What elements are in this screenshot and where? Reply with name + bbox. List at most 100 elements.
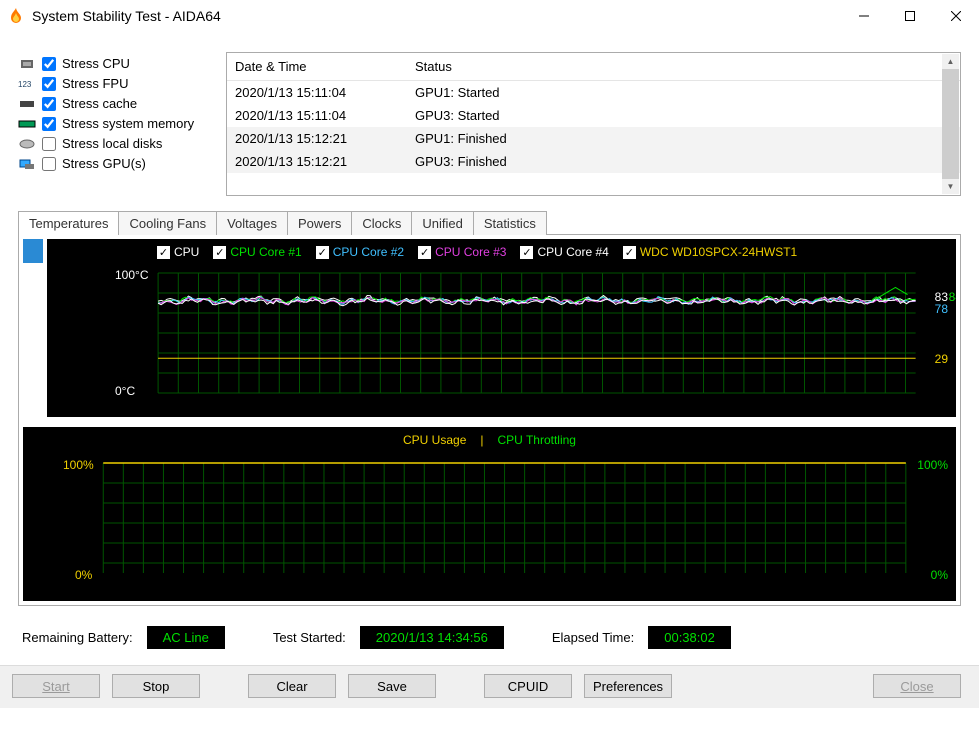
tab-unified[interactable]: Unified: [411, 211, 473, 235]
stress-checkbox[interactable]: [42, 117, 56, 131]
log-cell-datetime: 2020/1/13 15:12:21: [227, 127, 407, 150]
legend-item[interactable]: ✓ CPU Core #4: [520, 245, 608, 259]
legend-checkbox-icon[interactable]: ✓: [157, 246, 170, 259]
legend-item[interactable]: ✓ WDC WD10SPCX-24HWST1: [623, 245, 797, 259]
legend-item[interactable]: ✓ CPU Core #1: [213, 245, 301, 259]
event-log-scrollbar[interactable]: ▲ ▼: [942, 54, 959, 194]
hw-icon: [18, 138, 36, 150]
window-title: System Stability Test - AIDA64: [32, 8, 221, 24]
battery-value: AC Line: [147, 626, 225, 649]
temp-value-hdd: 29: [935, 352, 948, 366]
bottom-bar: Start Stop Clear Save CPUID Preferences …: [0, 665, 979, 708]
log-cell-datetime: 2020/1/13 15:11:04: [227, 104, 407, 127]
window-maximize-button[interactable]: [887, 0, 933, 32]
temp-ymin-label: 0°C: [115, 384, 135, 398]
legend-item[interactable]: ✓ CPU Core #2: [316, 245, 404, 259]
temperature-chart: ✓ CPU ✓ CPU Core #1 ✓ CPU Core #2 ✓ CPU Core #3…: [47, 239, 956, 417]
usage-ymax-right: 100%: [917, 458, 948, 472]
stress-label: Stress CPU: [62, 56, 130, 71]
stress-checkbox[interactable]: [42, 57, 56, 71]
hw-icon: [18, 98, 36, 110]
stress-option-4[interactable]: Stress local disks: [18, 136, 218, 151]
tab-clocks[interactable]: Clocks: [351, 211, 412, 235]
tab-voltages[interactable]: Voltages: [216, 211, 288, 235]
event-log-table: Date & Time Status 2020/1/13 15:11:04GPU…: [227, 53, 960, 195]
legend-checkbox-icon[interactable]: ✓: [520, 246, 533, 259]
stress-option-0[interactable]: Stress CPU: [18, 56, 218, 71]
log-row[interactable]: 2020/1/13 15:11:04GPU1: Started: [227, 81, 960, 105]
app-icon: [8, 8, 24, 24]
legend-label: WDC WD10SPCX-24HWST1: [640, 245, 797, 259]
legend-label: CPU Core #3: [435, 245, 506, 259]
log-cell-datetime: 2020/1/13 15:11:04: [227, 81, 407, 105]
stress-label: Stress local disks: [62, 136, 162, 151]
stop-button[interactable]: Stop: [112, 674, 200, 698]
log-col-datetime[interactable]: Date & Time: [227, 53, 407, 81]
elapsed-label: Elapsed Time:: [552, 630, 634, 645]
svg-text:123: 123: [18, 80, 32, 89]
stress-checkbox[interactable]: [42, 157, 56, 171]
scroll-thumb[interactable]: [942, 69, 959, 179]
cpuid-button[interactable]: CPUID: [484, 674, 572, 698]
legend-item[interactable]: ✓ CPU Core #3: [418, 245, 506, 259]
legend-label: CPU: [174, 245, 199, 259]
close-button[interactable]: Close: [873, 674, 961, 698]
stress-options-panel: Stress CPU 123 Stress FPU Stress cache Stres…: [18, 52, 218, 196]
legend-label: CPU Core #4: [537, 245, 608, 259]
clear-button[interactable]: Clear: [248, 674, 336, 698]
chart-scroll-mini[interactable]: [23, 239, 43, 417]
usage-ymin-right: 0%: [931, 568, 948, 582]
tab-temperatures[interactable]: Temperatures: [18, 211, 119, 235]
usage-legend: CPU Usage | CPU Throttling: [23, 427, 956, 453]
scroll-down-icon[interactable]: ▼: [942, 179, 959, 194]
elapsed-value: 00:38:02: [648, 626, 731, 649]
legend-checkbox-icon[interactable]: ✓: [213, 246, 226, 259]
event-log-panel: Date & Time Status 2020/1/13 15:11:04GPU…: [226, 52, 961, 196]
log-row[interactable]: 2020/1/13 15:12:21GPU3: Finished: [227, 150, 960, 173]
started-label: Test Started:: [273, 630, 346, 645]
legend-item[interactable]: ✓ CPU: [157, 245, 199, 259]
usage-legend-left: CPU Usage: [403, 433, 466, 447]
tab-powers[interactable]: Powers: [287, 211, 352, 235]
log-row[interactable]: 2020/1/13 15:11:04GPU3: Started: [227, 104, 960, 127]
stress-label: Stress FPU: [62, 76, 128, 91]
usage-legend-sep: |: [480, 433, 483, 447]
hw-icon: [18, 58, 36, 70]
hw-icon: 123: [18, 78, 36, 90]
log-col-status[interactable]: Status: [407, 53, 960, 81]
legend-label: CPU Core #1: [230, 245, 301, 259]
started-value: 2020/1/13 14:34:56: [360, 626, 504, 649]
title-bar: System Stability Test - AIDA64: [0, 0, 979, 32]
temp-value-core2: 78: [935, 302, 948, 316]
tab-statistics[interactable]: Statistics: [473, 211, 547, 235]
battery-label: Remaining Battery:: [22, 630, 133, 645]
legend-label: CPU Core #2: [333, 245, 404, 259]
stress-option-5[interactable]: Stress GPU(s): [18, 156, 218, 171]
stress-label: Stress cache: [62, 96, 137, 111]
stress-checkbox[interactable]: [42, 77, 56, 91]
legend-checkbox-icon[interactable]: ✓: [316, 246, 329, 259]
temperature-legend: ✓ CPU ✓ CPU Core #1 ✓ CPU Core #2 ✓ CPU Core #3…: [47, 239, 956, 265]
legend-checkbox-icon[interactable]: ✓: [418, 246, 431, 259]
log-cell-datetime: 2020/1/13 15:12:21: [227, 150, 407, 173]
stress-option-2[interactable]: Stress cache: [18, 96, 218, 111]
stress-option-1[interactable]: 123 Stress FPU: [18, 76, 218, 91]
start-button[interactable]: Start: [12, 674, 100, 698]
temp-ymax-label: 100°C: [115, 268, 149, 282]
tabs: TemperaturesCooling FansVoltagesPowersCl…: [18, 210, 961, 234]
stress-checkbox[interactable]: [42, 97, 56, 111]
save-button[interactable]: Save: [348, 674, 436, 698]
log-cell-status: GPU1: Started: [407, 81, 960, 105]
window-close-button[interactable]: [933, 0, 979, 32]
log-cell-status: GPU3: Finished: [407, 150, 960, 173]
hw-icon: [18, 158, 36, 170]
window-minimize-button[interactable]: [841, 0, 887, 32]
tab-cooling-fans[interactable]: Cooling Fans: [118, 211, 217, 235]
stress-checkbox[interactable]: [42, 137, 56, 151]
preferences-button[interactable]: Preferences: [584, 674, 672, 698]
legend-checkbox-icon[interactable]: ✓: [623, 246, 636, 259]
scroll-up-icon[interactable]: ▲: [942, 54, 959, 69]
log-row[interactable]: 2020/1/13 15:12:21GPU1: Finished: [227, 127, 960, 150]
stress-option-3[interactable]: Stress system memory: [18, 116, 218, 131]
log-cell-status: GPU3: Started: [407, 104, 960, 127]
